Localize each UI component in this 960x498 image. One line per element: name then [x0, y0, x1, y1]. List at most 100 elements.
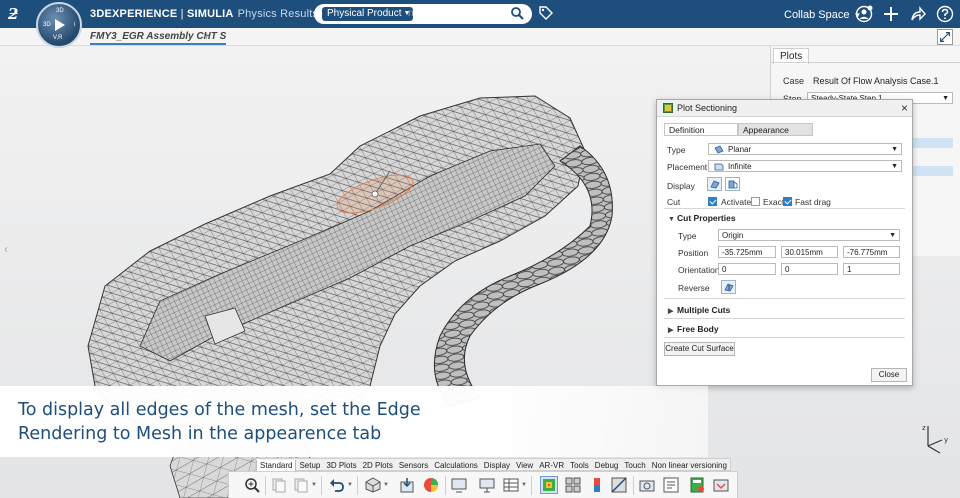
document-tab-strip: FMY3_EGR Assembly CHT S +: [0, 28, 960, 46]
top-bar: ƻ 3DEXPERIENCE | SIMULIA Physics Results …: [0, 0, 960, 28]
search-input[interactable]: n: [408, 8, 414, 19]
chevron-down-icon[interactable]: ▼: [311, 482, 317, 488]
tab-sensors[interactable]: Sensors: [396, 460, 431, 471]
dassault-logo[interactable]: ƻ: [8, 5, 28, 23]
tab-setup[interactable]: Setup: [296, 460, 323, 471]
position-label: Position: [678, 248, 709, 258]
divider: [445, 476, 446, 495]
orientation-z-field[interactable]: 1: [843, 263, 900, 275]
chevron-down-icon[interactable]: ▼: [347, 482, 353, 488]
zoom-icon[interactable]: [244, 477, 260, 493]
copy-icon[interactable]: [293, 477, 309, 493]
position-y-field[interactable]: 30.015mm: [781, 246, 838, 258]
list-item[interactable]: [913, 138, 953, 148]
tab-non-linear-versioning[interactable]: Non linear versioning: [649, 460, 730, 471]
chevron-down-icon: ▼: [891, 163, 898, 170]
undo-icon[interactable]: [329, 477, 345, 493]
cut-plane-icon[interactable]: [611, 477, 627, 493]
color-map-icon[interactable]: [423, 477, 439, 493]
axis-y-label: y: [944, 436, 948, 444]
activate-checkbox[interactable]: [708, 197, 717, 206]
placement-value: Infinite: [728, 162, 752, 171]
axis-z-label: z: [922, 424, 926, 432]
calculator-icon[interactable]: [689, 477, 705, 493]
tab-touch[interactable]: Touch: [621, 460, 648, 471]
cut-type-label: Type: [678, 231, 697, 241]
orientation-x-field[interactable]: 0: [718, 263, 776, 275]
section-plot-icon: [663, 103, 673, 113]
tab-appearance[interactable]: Appearance: [738, 123, 813, 136]
placement-label: Placement: [667, 162, 708, 172]
close-icon[interactable]: ×: [901, 101, 908, 115]
camera-icon[interactable]: [639, 477, 655, 493]
probe-icon[interactable]: [479, 477, 495, 493]
reverse-button[interactable]: [721, 280, 736, 294]
divider: [664, 337, 905, 338]
cut-label: Cut: [667, 197, 681, 207]
display-section-button[interactable]: [725, 177, 740, 191]
divider: [664, 318, 905, 319]
multiple-cuts-header[interactable]: ▶ Multiple Cuts: [668, 305, 730, 315]
list-item[interactable]: [913, 166, 953, 176]
display-plane-icon: [710, 180, 720, 189]
fast-drag-checkbox[interactable]: [783, 197, 792, 206]
collapsed-triangle-icon: ▶: [668, 308, 674, 315]
play-icon[interactable]: [55, 19, 65, 31]
tab-debug[interactable]: Debug: [592, 460, 622, 471]
display-options-icon[interactable]: [451, 477, 467, 493]
tab-3d-plots[interactable]: 3D Plots: [323, 460, 359, 471]
add-icon[interactable]: [882, 5, 900, 23]
tab-tools[interactable]: Tools: [567, 460, 592, 471]
action-bar: ▼ ▼ ▼ ▼: [228, 471, 738, 498]
position-x-field[interactable]: -35.725mm: [718, 246, 776, 258]
divider: [265, 476, 266, 495]
position-z-field[interactable]: -76.775mm: [843, 246, 900, 258]
help-icon[interactable]: [936, 5, 954, 23]
placement-select[interactable]: Infinite ▼: [708, 160, 902, 172]
multi-view-icon[interactable]: [565, 477, 581, 493]
user-avatar-icon[interactable]: [855, 5, 873, 23]
display-label: Display: [667, 181, 695, 191]
export-icon[interactable]: [713, 477, 729, 493]
chevron-down-icon[interactable]: ▼: [383, 482, 389, 488]
add-tab-button[interactable]: +: [203, 29, 210, 43]
tab-calculations[interactable]: Calculations: [431, 460, 481, 471]
tab-standard[interactable]: Standard: [256, 460, 297, 471]
search-icon[interactable]: [510, 6, 524, 20]
compass-right-label: i: [73, 22, 75, 28]
cut-icon[interactable]: [271, 477, 287, 493]
expand-icon[interactable]: [937, 29, 953, 45]
orientation-y-field[interactable]: 0: [781, 263, 838, 275]
search-bar[interactable]: Physical Product ▼ n: [314, 4, 532, 24]
plane-icon: [714, 145, 724, 154]
plot-sectioning-icon[interactable]: [540, 476, 558, 494]
legend-icon[interactable]: [589, 477, 605, 493]
tab-display[interactable]: Display: [481, 460, 513, 471]
close-button[interactable]: Close: [871, 368, 907, 382]
divider: [321, 476, 322, 495]
import-icon[interactable]: [399, 477, 415, 493]
cut-type-select[interactable]: Origin ▼: [718, 229, 900, 241]
tab-2d-plots[interactable]: 2D Plots: [360, 460, 396, 471]
tab-view[interactable]: View: [513, 460, 536, 471]
chevron-left-icon[interactable]: ‹: [4, 242, 8, 256]
cut-properties-title: Cut Properties: [677, 213, 736, 223]
tag-icon[interactable]: [538, 5, 554, 21]
tab-definition[interactable]: Definition: [664, 123, 738, 136]
chevron-down-icon[interactable]: ▼: [521, 482, 527, 488]
collab-space-dropdown[interactable]: Collab Space ▼: [784, 9, 861, 21]
type-select[interactable]: Planar ▼: [708, 143, 902, 155]
exact-checkbox[interactable]: [751, 197, 760, 206]
display-plane-button[interactable]: [707, 177, 722, 191]
compass-widget[interactable]: 3D 3D i V,R: [36, 2, 82, 48]
dialog-title-bar[interactable]: Plot Sectioning ×: [657, 100, 912, 117]
free-body-header[interactable]: ▶ Free Body: [668, 324, 719, 334]
tab-ar-vr[interactable]: AR-VR: [536, 460, 567, 471]
search-scope-dropdown[interactable]: Physical Product ▼: [322, 7, 414, 21]
report-icon[interactable]: [663, 477, 679, 493]
create-cut-surface-button[interactable]: Create Cut Surface: [664, 342, 735, 356]
share-icon[interactable]: [909, 5, 927, 23]
cut-properties-header[interactable]: ▼ Cut Properties: [668, 213, 736, 223]
cube-icon[interactable]: [365, 477, 381, 493]
table-icon[interactable]: [503, 477, 519, 493]
